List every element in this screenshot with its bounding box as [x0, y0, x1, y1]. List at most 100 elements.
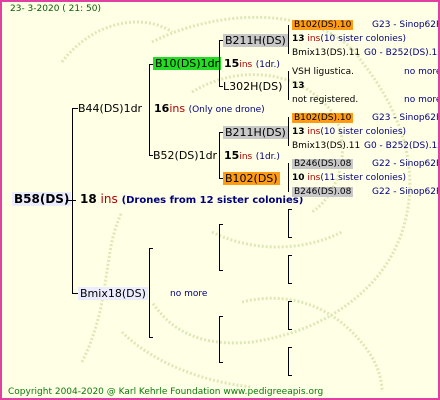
- gen4-spine-5: [288, 209, 289, 238]
- gen4-tick-7b: [288, 329, 292, 330]
- r5-num: 13: [292, 81, 305, 91]
- bmix18-note: no more: [170, 289, 208, 299]
- gen3-tick-5: [219, 224, 223, 225]
- r11-ins-label: ins: [307, 173, 321, 183]
- gen4-row-7[interactable]: B102(DS).10: [292, 112, 354, 125]
- r9-info: G0 - B252(DS).1x: [364, 141, 440, 151]
- gen4-row-6[interactable]: not registered.: [292, 94, 358, 107]
- gen2-spine: [149, 64, 150, 156]
- bmix18-node[interactable]: Bmix18(DS): [78, 287, 148, 300]
- b10-ins-num: 15: [224, 57, 240, 70]
- header-date: 23- 3-2020 ( 21: 50): [10, 4, 101, 14]
- b44-note: (Only one drone): [188, 105, 265, 115]
- r2-ins-label: ins: [307, 34, 321, 44]
- gen1-spine: [72, 108, 73, 294]
- b44-name: B44(DS)1dr: [78, 102, 143, 115]
- r2-note: (10 sister colonies): [320, 34, 407, 44]
- gen4-row-4[interactable]: VSH ligustica.: [292, 66, 354, 79]
- bmix18-name: Bmix18(DS): [78, 287, 148, 300]
- b44-node[interactable]: B44(DS)1dr: [78, 102, 142, 115]
- gen3-spine-empty-1: [219, 224, 220, 271]
- gen4-row-10[interactable]: B246(DS).08: [292, 158, 354, 171]
- b10-node[interactable]: B10(DS)1dr: [153, 57, 222, 70]
- gen4-spine-1: [288, 25, 289, 54]
- gen4-tick-8a: [288, 347, 292, 348]
- b211h-name-2: B211H(DS): [223, 126, 288, 139]
- gen4-row-1[interactable]: B102(DS).10: [292, 19, 354, 32]
- b44-ins-num: 16: [154, 102, 170, 115]
- b211h-name-1: B211H(DS): [223, 34, 288, 47]
- gen3-spine-empty-2: [219, 316, 220, 363]
- gen4-spine-7: [288, 301, 289, 330]
- b52-ins-info: 15ins (1dr.): [224, 149, 280, 164]
- bmix-gen2-top-tick: [149, 248, 153, 249]
- gen4-tick-6b: [288, 283, 292, 284]
- footer-copyright: Copyright 2004-2020 @ Karl Kehrle Founda…: [8, 387, 324, 397]
- root-name: B58(DS): [12, 192, 72, 206]
- gen4-spine-8: [288, 347, 289, 376]
- gen4-row-5: 13: [292, 80, 305, 93]
- gen4-tick-5b: [288, 237, 292, 238]
- root-ins-info: 18 ins (Drones from 12 sister colonies): [80, 193, 303, 207]
- b52-note: (1dr.): [255, 152, 280, 162]
- gen3-tick-8: [219, 362, 223, 363]
- gen4-row-8: 13 ins(10 sister colonies): [292, 126, 406, 139]
- root-ins-num: 18: [80, 192, 97, 206]
- r7-name: B102(DS).10: [292, 113, 354, 123]
- gen3-tick-7: [219, 316, 223, 317]
- b102-node[interactable]: B102(DS): [223, 172, 280, 185]
- r3-info: G0 - B252(DS).1x: [364, 48, 440, 58]
- root-ins-label: ins: [100, 192, 118, 206]
- gen3-spine-b52: [219, 132, 220, 179]
- root-node[interactable]: B58(DS): [12, 192, 72, 206]
- pedigree-frame: 23- 3-2020 ( 21: 50) B58(DS) 18 ins (Dro…: [0, 0, 440, 400]
- gen3-spine-b10: [219, 40, 220, 87]
- r4-info: no more: [404, 67, 440, 77]
- b44-ins-label: ins: [169, 102, 186, 115]
- gen4-row-11: 10 ins(11 sister colonies): [292, 172, 406, 185]
- b10-ins-label: ins: [239, 60, 253, 70]
- b211h-node-1[interactable]: B211H(DS): [223, 34, 288, 47]
- r7-info: G23 - Sinop62R: [372, 113, 440, 123]
- r8-ins-label: ins: [307, 127, 321, 137]
- b44-ins-info: 16ins (Only one drone): [154, 102, 265, 117]
- gen4-tick-8b: [288, 375, 292, 376]
- gen4-tick-7a: [288, 301, 292, 302]
- b211h-node-2[interactable]: B211H(DS): [223, 126, 288, 139]
- r2-num: 13: [292, 34, 305, 44]
- r4-name: VSH ligustica.: [292, 67, 354, 77]
- r11-note: (11 sister colonies): [320, 173, 407, 183]
- r8-num: 13: [292, 127, 305, 137]
- r11-num: 10: [292, 173, 305, 183]
- gen4-row-12[interactable]: B246(DS).08: [292, 186, 354, 199]
- b10-note: (1dr.): [255, 60, 280, 70]
- r10-info: G22 - Sinop62R: [372, 159, 440, 169]
- bmix-gen2-spine: [149, 248, 150, 338]
- gen4-spine-2: [288, 71, 289, 100]
- root-note: (Drones from 12 sister colonies): [121, 195, 304, 206]
- l302h-name: L302H(DS): [223, 80, 283, 93]
- b52-node[interactable]: B52(DS)1dr: [153, 149, 217, 162]
- gen4-tick-6a: [288, 255, 292, 256]
- r10-name: B246(DS).08: [292, 159, 354, 169]
- r12-info: G22 - Sinop62R: [372, 187, 440, 197]
- b10-name: B10(DS)1dr: [153, 57, 222, 70]
- r6-name: not registered.: [292, 95, 359, 105]
- l302h-node[interactable]: L302H(DS): [223, 80, 282, 93]
- b52-name: B52(DS)1dr: [153, 149, 218, 162]
- gen4-row-9[interactable]: Bmix13(DS).11: [292, 140, 360, 153]
- r9-name: Bmix13(DS).11: [292, 141, 361, 151]
- r1-name: B102(DS).10: [292, 20, 354, 30]
- gen4-row-3[interactable]: Bmix13(DS).11: [292, 47, 360, 60]
- bmix-gen2-bottom-tick: [149, 337, 153, 338]
- gen4-row-2: 13 ins(10 sister colonies): [292, 33, 406, 46]
- r1-info: G23 - Sinop62R: [372, 20, 440, 30]
- gen4-spine-3: [288, 117, 289, 146]
- b102-name: B102(DS): [223, 172, 280, 185]
- r3-name: Bmix13(DS).11: [292, 48, 361, 58]
- r6-info: no more: [404, 95, 440, 105]
- r8-note: (10 sister colonies): [320, 127, 407, 137]
- b52-ins-num: 15: [224, 149, 240, 162]
- b10-ins-info: 15ins (1dr.): [224, 57, 280, 72]
- root-connector: [66, 200, 76, 201]
